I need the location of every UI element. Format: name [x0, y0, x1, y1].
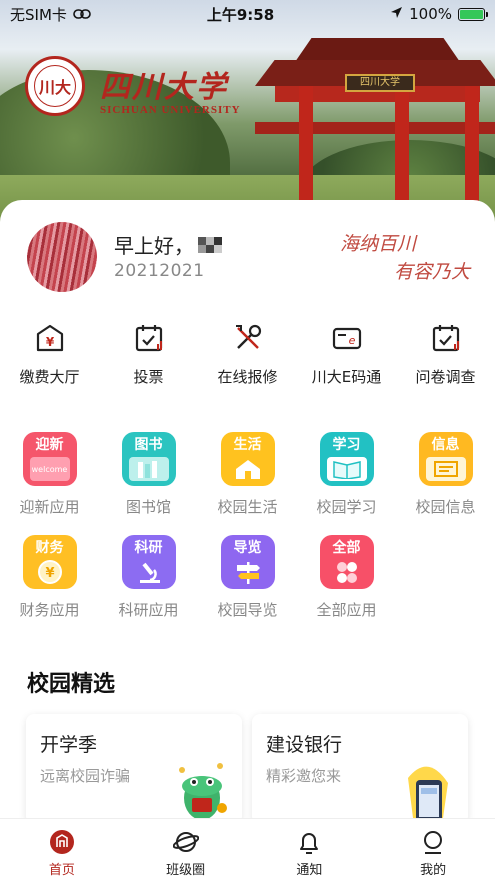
library-app-icon: 图书 — [121, 432, 176, 486]
signpost-app-icon: 导览 — [220, 535, 275, 589]
quick-action-repair[interactable]: 在线报修 — [198, 320, 297, 387]
quick-actions: ¥ 缴费大厅 投票 在线报修 e 川大E码通 问卷调查 — [0, 320, 495, 387]
battery-icon — [458, 7, 488, 21]
status-bar: 无SIM卡 上午9:58 100% — [0, 0, 495, 28]
bell-icon — [296, 829, 322, 855]
app-campus-life[interactable]: 生活 校园生活 — [198, 432, 297, 517]
masked-username — [198, 236, 222, 253]
section-title: 校园精选 — [27, 672, 116, 697]
tab-home[interactable]: 首页 — [0, 819, 124, 882]
app-label: 财务应用 — [19, 601, 80, 619]
coin-app-icon: 财务 ¥ — [22, 535, 77, 589]
app-label: 校园生活 — [217, 498, 278, 516]
survey-calendar-icon — [428, 320, 464, 356]
tab-label: 我的 — [420, 863, 447, 878]
app-label: 科研应用 — [118, 601, 179, 619]
quick-action-label: 川大E码通 — [311, 368, 382, 386]
tab-label: 班级圈 — [166, 863, 206, 878]
e-card-icon: e — [329, 320, 365, 356]
quick-action-label: 缴费大厅 — [19, 368, 80, 386]
promo-title: 开学季 — [40, 734, 98, 756]
quick-action-e-card[interactable]: e 川大E码通 — [297, 320, 396, 387]
university-seal-logo: 川大 — [25, 56, 85, 116]
logo-chinese-name: 四川大学 — [100, 70, 228, 105]
info-app-icon: 信息 — [418, 432, 473, 486]
app-research[interactable]: 科研 科研应用 — [99, 535, 198, 620]
quick-action-payment[interactable]: ¥ 缴费大厅 — [0, 320, 99, 387]
app-label: 迎新应用 — [19, 498, 80, 516]
app-campus-info[interactable]: 信息 校园信息 — [396, 432, 495, 517]
app-finance[interactable]: 财务 ¥ 财务应用 — [0, 535, 99, 620]
app-label: 全部应用 — [316, 601, 377, 619]
tab-label: 首页 — [48, 863, 75, 878]
quick-action-vote[interactable]: 投票 — [99, 320, 198, 387]
clock: 上午9:58 — [206, 5, 275, 24]
app-campus-guide[interactable]: 导览 校园导览 — [198, 535, 297, 620]
app-label: 校园导览 — [217, 601, 278, 619]
carrier-text: 无SIM卡 — [10, 5, 67, 24]
app-grid: 迎新 welcome 迎新应用 图书 图书馆 生活 校园生活 学习 校园学习 信… — [0, 432, 495, 638]
link-icon — [73, 5, 91, 23]
svg-text:e: e — [348, 334, 355, 347]
svg-text:¥: ¥ — [45, 335, 54, 349]
tab-notifications[interactable]: 通知 — [248, 819, 372, 882]
app-label: 图书馆 — [125, 498, 171, 516]
repair-tools-icon — [230, 320, 266, 356]
avatar[interactable] — [27, 222, 97, 292]
vote-calendar-icon — [131, 320, 167, 356]
logo-english-name: SICHUAN UNIVERSITY — [100, 104, 241, 116]
tab-label: 通知 — [296, 863, 323, 878]
mascot-illustration — [172, 758, 232, 824]
planet-icon — [172, 829, 199, 855]
payment-house-icon: ¥ — [32, 320, 68, 356]
location-arrow-icon — [390, 5, 403, 23]
battery-percent: 100% — [409, 5, 452, 23]
quick-action-label: 投票 — [133, 368, 164, 386]
university-motto: 海纳百川 有容乃大 — [340, 230, 470, 286]
quick-action-survey[interactable]: 问卷调查 — [396, 320, 495, 387]
phone-illustration — [398, 758, 458, 824]
promo-title: 建设银行 — [266, 734, 343, 756]
all-apps-icon: 全部 — [319, 535, 374, 589]
house-app-icon: 生活 — [220, 432, 275, 486]
svg-text:¥: ¥ — [45, 566, 54, 581]
app-label: 校园学习 — [316, 498, 377, 516]
microscope-app-icon: 科研 — [121, 535, 176, 589]
app-welcome[interactable]: 迎新 welcome 迎新应用 — [0, 432, 99, 517]
bottom-tab-bar: 首页 班级圈 通知 我的 — [0, 818, 495, 882]
campus-gate-illustration: 四川大学 — [255, 30, 495, 206]
promo-card-ccb[interactable]: 建设银行 精彩邀您来 — [252, 714, 468, 824]
home-content-card: 早上好， 20212021 海纳百川 有容乃大 ¥ 缴费大厅 投票 在线报修 e… — [0, 200, 495, 824]
motto-line-1: 海纳百川 — [340, 233, 417, 255]
book-app-icon: 学习 — [319, 432, 374, 486]
app-all[interactable]: 全部 全部应用 — [297, 535, 396, 620]
welcome-app-icon: 迎新 welcome — [22, 432, 77, 486]
tab-profile[interactable]: 我的 — [371, 819, 495, 882]
motto-line-2: 有容乃大 — [393, 261, 470, 283]
quick-action-label: 问卷调查 — [415, 368, 476, 386]
app-campus-study[interactable]: 学习 校园学习 — [297, 432, 396, 517]
university-name-logo: 四川大学 SICHUAN UNIVERSITY — [100, 62, 241, 116]
quick-action-label: 在线报修 — [217, 368, 278, 386]
gate-plaque: 四川大学 — [345, 74, 415, 92]
tab-class-circle[interactable]: 班级圈 — [124, 819, 248, 882]
promo-card-school-season[interactable]: 开学季 远离校园诈骗 — [26, 714, 242, 824]
greeting: 早上好， — [114, 230, 222, 259]
campus-banner: 四川大学 — [0, 0, 495, 225]
home-logo-icon — [49, 829, 75, 855]
greeting-text: 早上好， — [114, 234, 194, 258]
app-label: 校园信息 — [415, 498, 476, 516]
app-library[interactable]: 图书 图书馆 — [99, 432, 198, 517]
student-id: 20212021 — [114, 261, 205, 281]
person-icon — [420, 829, 446, 855]
